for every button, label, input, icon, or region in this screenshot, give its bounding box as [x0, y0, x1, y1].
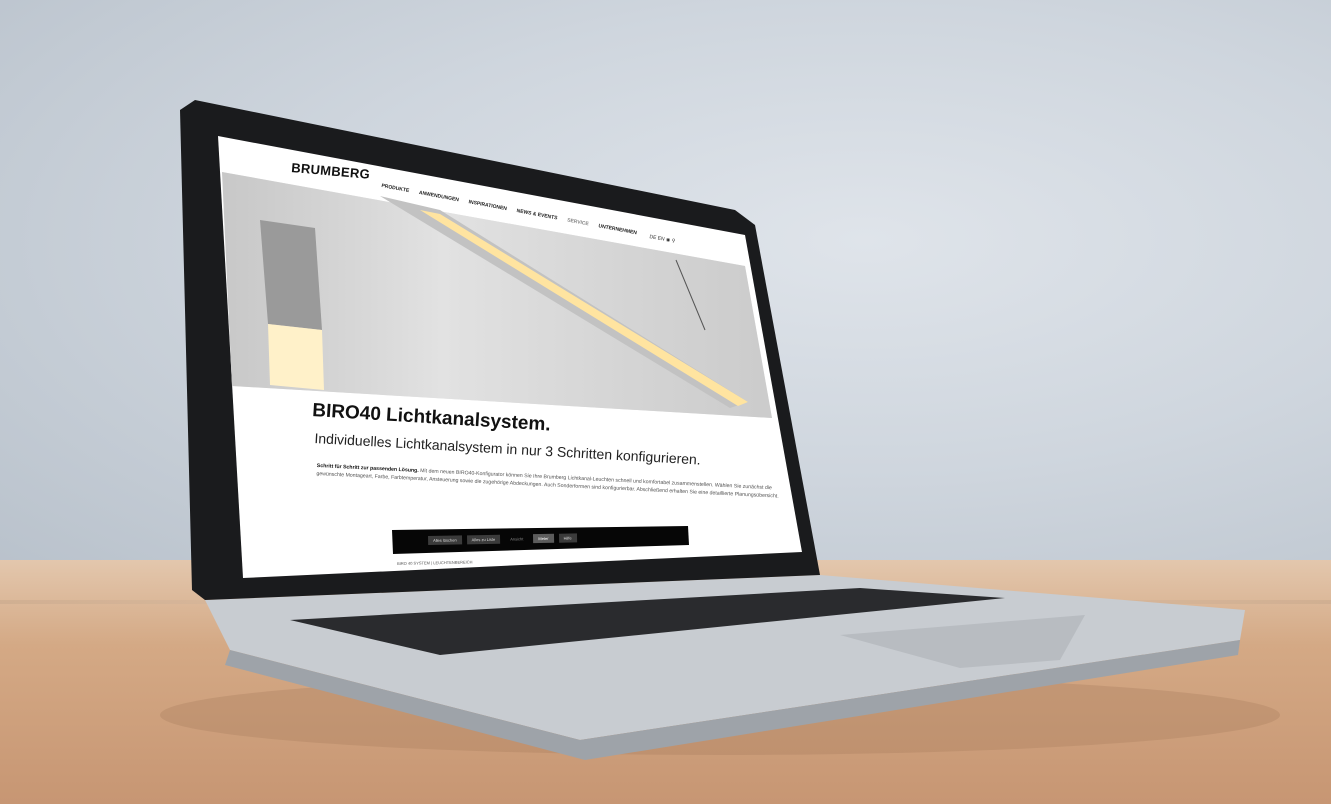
- view-button[interactable]: Ansicht: [505, 534, 528, 543]
- help-button[interactable]: Hilfe: [558, 533, 577, 543]
- photo-scene: BRUMBERG PRODUKTE ANWENDUNGEN INSPIRATIO…: [0, 0, 1331, 804]
- unit-dropdown[interactable]: Meter: [533, 533, 554, 544]
- add-all-to-list-button[interactable]: Alles zu Liste: [466, 534, 501, 545]
- delete-all-button[interactable]: Alles löschen: [428, 535, 462, 545]
- pendant-lamp: [260, 220, 322, 330]
- pendant-light: [268, 324, 324, 390]
- laptop: [160, 100, 1280, 760]
